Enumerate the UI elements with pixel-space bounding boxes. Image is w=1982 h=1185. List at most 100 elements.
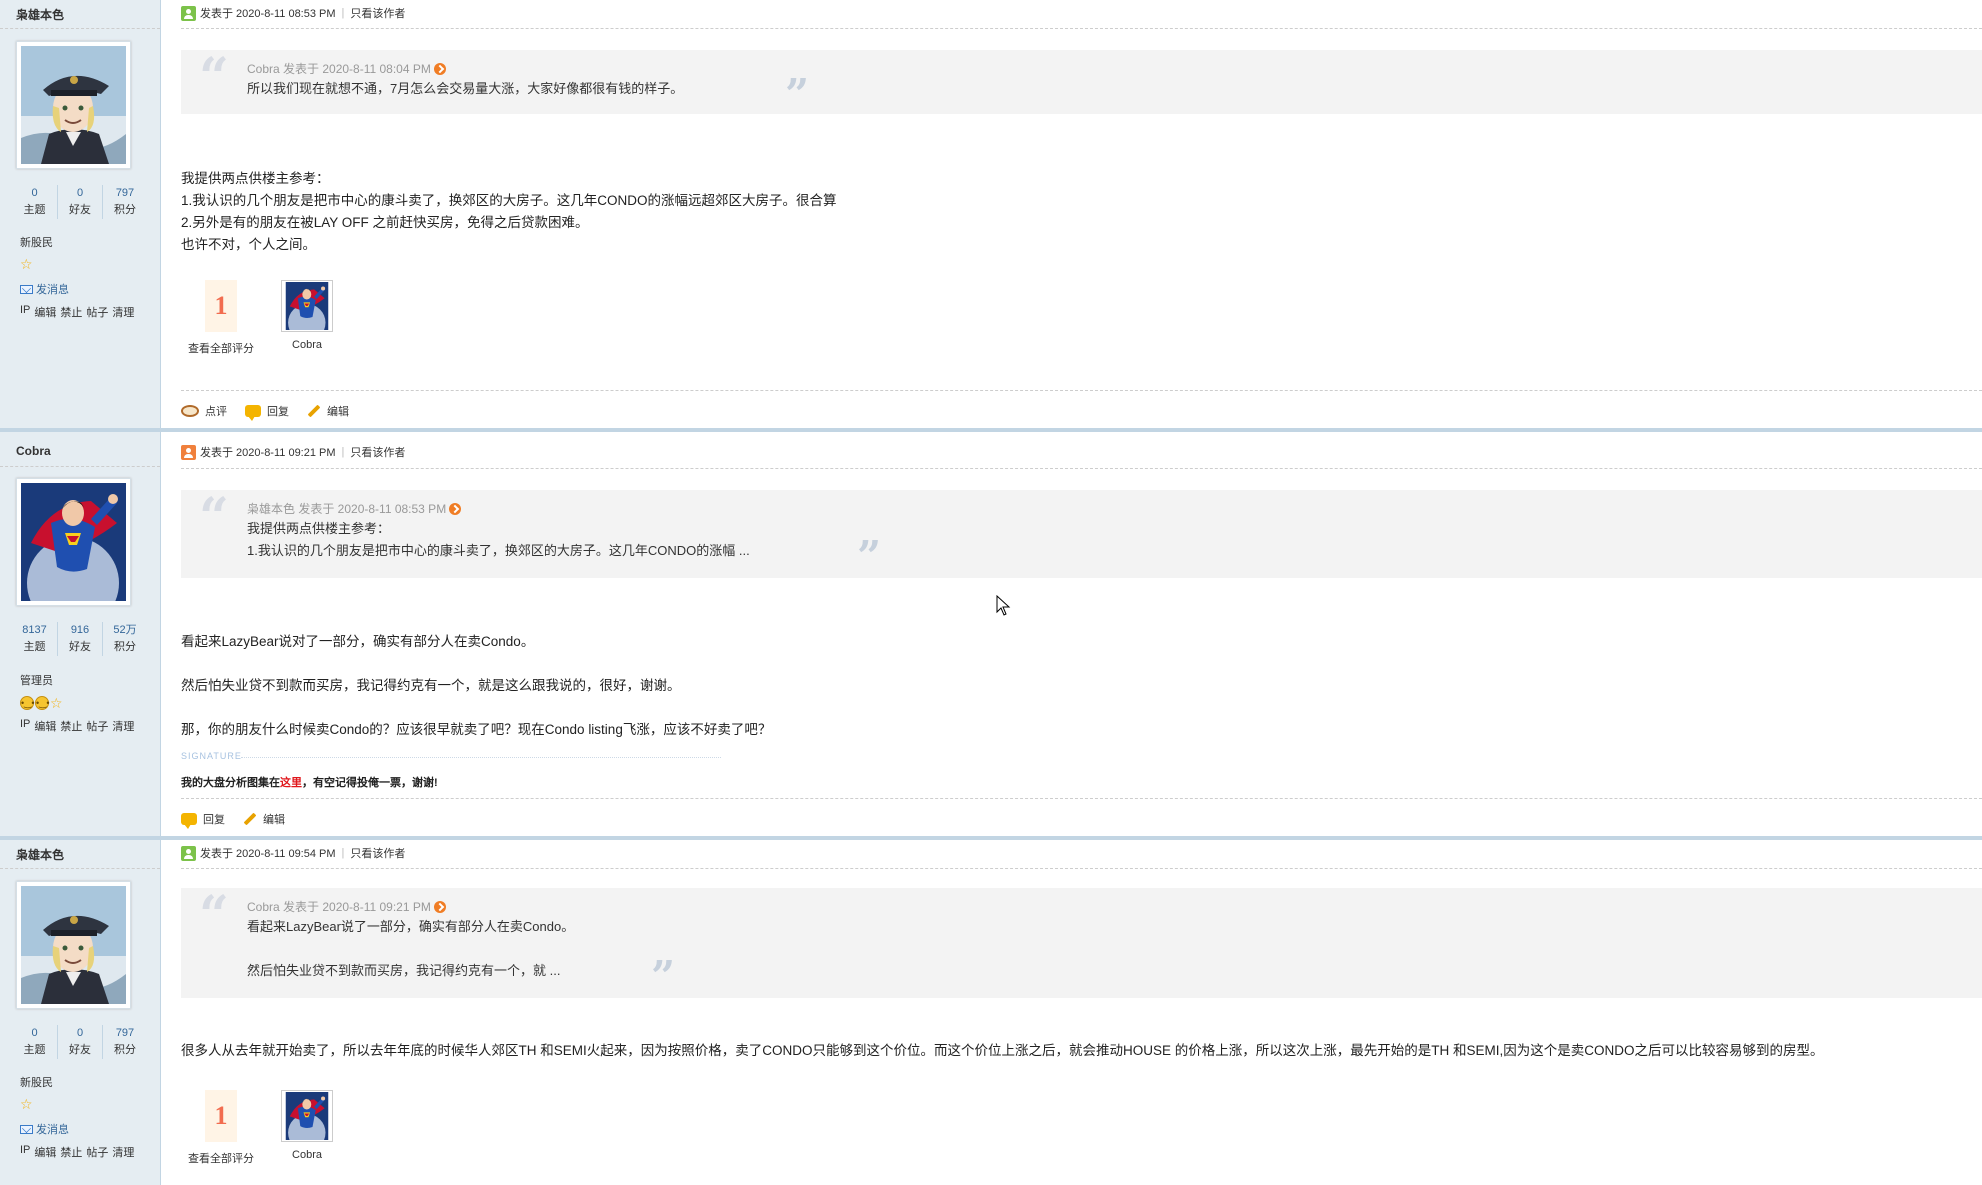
only-author-link[interactable]: 只看该作者 [350, 444, 405, 460]
stat-topics[interactable]: 0 主题 [12, 185, 57, 219]
rater[interactable]: Cobra [277, 280, 337, 356]
admin-ban-link[interactable]: 禁止 [60, 1144, 82, 1160]
admin-clean-link[interactable]: 清理 [112, 304, 134, 320]
rating-label: 查看全部评分 [188, 1153, 254, 1165]
edit-button[interactable]: 编辑 [307, 403, 349, 419]
divider [181, 390, 1982, 391]
send-message-link[interactable]: 发消息 [20, 1121, 69, 1137]
stat-points[interactable]: 797 积分 [102, 1025, 147, 1059]
stat-value[interactable]: 797 [103, 185, 147, 202]
jump-to-post-icon[interactable] [449, 503, 462, 515]
author-name[interactable]: Cobra [16, 444, 51, 458]
admin-clean-link[interactable]: 清理 [112, 718, 134, 734]
post-timestamp: 发表于 2020-8-11 09:54 PM [200, 848, 336, 860]
view-all-ratings[interactable]: 1 查看全部评分 [181, 280, 261, 356]
post-content: 发表于 2020-8-11 09:21 PM | 只看该作者 “ 枭雄本色 发表… [181, 432, 1982, 840]
divider [0, 28, 160, 29]
admin-posts-link[interactable]: 帖子 [86, 718, 108, 734]
admin-clean-link[interactable]: 清理 [112, 1144, 134, 1160]
stat-friends[interactable]: 916 好友 [57, 622, 102, 656]
star-icon: ☆ [50, 695, 63, 711]
meta-separator: | [341, 446, 345, 458]
star-icon: ☆ [20, 256, 33, 272]
hero-avatar-icon [21, 483, 126, 601]
admin-links: IP 编辑 禁止 帖子 清理 [20, 304, 134, 320]
jump-to-post-icon[interactable] [433, 63, 446, 75]
edit-label: 编辑 [263, 814, 285, 826]
quote-close-icon: ” [651, 952, 676, 1001]
meta-separator: | [341, 847, 345, 859]
admin-ban-link[interactable]: 禁止 [60, 718, 82, 734]
signature-label: SIGNATURE [181, 751, 242, 761]
body-line: 1.我认识的几个朋友是把市中心的康斗卖了，换郊区的大房子。这几年CONDO的涨幅… [181, 193, 837, 208]
divider [181, 868, 1982, 869]
stat-value[interactable]: 0 [58, 185, 102, 202]
stat-topics[interactable]: 8137 主题 [12, 622, 57, 656]
stat-friends[interactable]: 0 好友 [57, 185, 102, 219]
stat-value[interactable]: 797 [103, 1025, 147, 1042]
quote-close-icon: ” [785, 70, 810, 119]
stat-label: 积分 [114, 641, 136, 653]
stat-topics[interactable]: 0 主题 [12, 1025, 57, 1059]
post-body: 我提供两点供楼主参考： 1.我认识的几个朋友是把市中心的康斗卖了，换郊区的大房子… [181, 168, 837, 256]
hero-avatar-icon [283, 282, 331, 330]
author-name[interactable]: 枭雄本色 [16, 6, 64, 23]
stat-points[interactable]: 52万积分 [102, 622, 147, 656]
reply-button[interactable]: 回复 [181, 811, 225, 829]
admin-posts-link[interactable]: 帖子 [86, 1144, 108, 1160]
stat-points[interactable]: 797 积分 [102, 185, 147, 219]
rater-name: Cobra [292, 339, 322, 351]
body-line: 我提供两点供楼主参考： [181, 171, 330, 186]
mail-icon [20, 1124, 33, 1134]
only-author-link[interactable]: 只看该作者 [350, 845, 405, 861]
stat-label: 积分 [114, 204, 136, 216]
rater[interactable]: Cobra [277, 1090, 337, 1166]
stat-value[interactable]: 916 [58, 622, 102, 639]
jump-to-post-icon[interactable] [433, 901, 446, 913]
signature-link[interactable]: 这里 [280, 777, 302, 789]
rater-avatar [281, 280, 333, 332]
edit-button[interactable]: 编辑 [243, 811, 285, 827]
author-stats: 0 主题 0 好友 797 积分 [12, 185, 147, 219]
avatar[interactable] [16, 881, 131, 1009]
view-all-ratings[interactable]: 1 查看全部评分 [181, 1090, 261, 1166]
admin-posts-link[interactable]: 帖子 [86, 304, 108, 320]
admin-ip-link[interactable]: IP [20, 718, 30, 734]
author-stats: 8137 主题 916 好友 52万积分 [12, 622, 147, 656]
stat-label: 积分 [114, 1044, 136, 1056]
avatar[interactable] [16, 478, 131, 606]
body-line: 那，你的朋友什么时候卖Condo的？应该很早就卖了吧？现在Condo listi… [181, 722, 772, 737]
quote-line: 1.我认识的几个朋友是把市中心的康斗卖了，换郊区的大房子。这几年CONDO的涨幅… [247, 543, 750, 558]
stat-value[interactable]: 0 [12, 185, 57, 202]
comment-button[interactable]: 点评 [181, 403, 227, 419]
admin-edit-link[interactable]: 编辑 [34, 1144, 56, 1160]
reply-label: 回复 [203, 814, 225, 826]
stat-value[interactable]: 8137 [12, 622, 57, 639]
comment-icon [181, 405, 199, 417]
admin-ip-link[interactable]: IP [20, 304, 30, 320]
stat-value[interactable]: 52万 [103, 622, 147, 639]
stat-value[interactable]: 0 [58, 1025, 102, 1042]
quote-line: 然后怕失业贷不到款而买房，我记得约克有一个，就 ... [247, 963, 561, 978]
user-rank[interactable]: 新股民 [20, 1074, 53, 1090]
post-timestamp: 发表于 2020-8-11 09:21 PM [200, 447, 336, 459]
author-name[interactable]: 枭雄本色 [16, 846, 64, 863]
reply-button[interactable]: 回复 [245, 403, 289, 421]
quote-line: 所以我们现在就想不通，7月怎么会交易量大涨，大家好像都很有钱的样子。 [247, 81, 684, 96]
user-rank[interactable]: 管理员 [20, 672, 53, 688]
admin-edit-link[interactable]: 编辑 [34, 304, 56, 320]
stat-friends[interactable]: 0 好友 [57, 1025, 102, 1059]
admin-ban-link[interactable]: 禁止 [60, 304, 82, 320]
send-message-link[interactable]: 发消息 [20, 281, 69, 297]
star-icon: ☆ [20, 1096, 33, 1112]
hero-avatar-icon [283, 1092, 331, 1140]
admin-ip-link[interactable]: IP [20, 1144, 30, 1160]
quote-line: 看起来LazyBear说了一部分，确实有部分人在卖Condo。 [247, 919, 575, 934]
avatar[interactable] [16, 41, 131, 169]
stat-value[interactable]: 0 [12, 1025, 57, 1042]
reply-icon [245, 405, 261, 421]
only-author-link[interactable]: 只看该作者 [350, 5, 405, 21]
smiley-medal-icon: •‿• [35, 696, 50, 710]
admin-edit-link[interactable]: 编辑 [34, 718, 56, 734]
user-rank[interactable]: 新股民 [20, 234, 53, 250]
